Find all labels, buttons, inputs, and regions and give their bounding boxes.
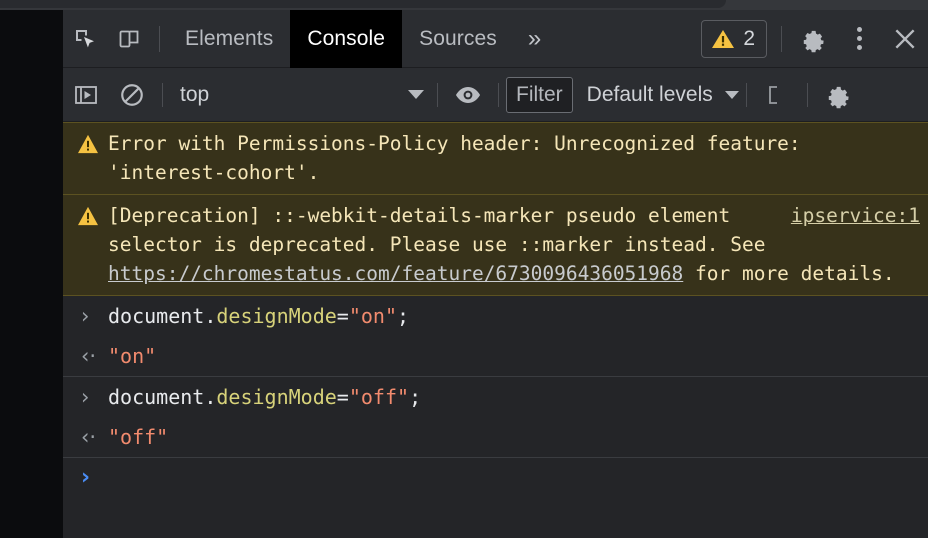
tabbar-divider <box>159 25 160 52</box>
page-viewport-gutter <box>0 10 63 538</box>
deprecation-text-part-2: for more details. <box>683 262 895 285</box>
input-token-semicolon-2: ; <box>409 385 422 409</box>
output-chevron-icon: ‹· <box>81 344 97 368</box>
execution-context-value: top <box>180 82 210 106</box>
deprecation-text-part-1: [Deprecation] ::-webkit-details-marker p… <box>108 204 766 256</box>
chevron-down-icon-levels <box>724 90 739 99</box>
tab-sources[interactable]: Sources <box>402 10 514 68</box>
console-prompt-row[interactable]: › <box>63 457 928 501</box>
input-token-property-2: designMode <box>216 385 337 409</box>
input-token-semicolon: ; <box>397 304 410 328</box>
message-source-link[interactable]: ipservice:1 <box>791 201 920 230</box>
execution-context-selector[interactable]: top <box>170 78 430 112</box>
console-sidebar-icon[interactable] <box>754 72 800 118</box>
output-value: "on" <box>108 344 157 368</box>
chevron-down-icon <box>408 90 424 99</box>
toolbar-divider-5 <box>806 82 808 107</box>
close-icon <box>895 28 915 49</box>
kebab-menu-icon <box>856 27 862 50</box>
warning-text: Error with Permissions-Policy header: Un… <box>108 132 801 184</box>
input-token-property: designMode <box>216 304 337 328</box>
console-input-row[interactable]: › document.designMode="on"; <box>63 296 928 336</box>
gear-icon <box>803 30 824 52</box>
console-input-row-2[interactable]: › document.designMode="off"; <box>63 376 928 417</box>
more-tabs-button[interactable]: » <box>514 10 555 68</box>
devtools-main-menu-button[interactable] <box>836 16 882 62</box>
warning-triangle-icon <box>78 134 98 154</box>
devtools-window: Elements Console Sources » 2 top Filter … <box>0 0 928 538</box>
toolbar-divider-3 <box>498 82 499 107</box>
eye-icon[interactable] <box>445 72 491 118</box>
input-token-2: document. <box>108 385 217 409</box>
device-toolbar-icon[interactable] <box>107 17 151 61</box>
input-token-string: "on" <box>348 304 398 328</box>
browser-window-edge <box>0 0 928 10</box>
input-chevron-icon-2: › <box>81 385 90 409</box>
console-deprecation-message[interactable]: ipservice:1 [Deprecation] ::-webkit-deta… <box>63 195 928 296</box>
issues-badge[interactable]: 2 <box>701 19 767 58</box>
console-output-row-2[interactable]: ‹· "off" <box>63 417 928 457</box>
browser-tab-strip-remnant <box>0 0 726 8</box>
warning-triangle-icon <box>78 206 98 226</box>
chromestatus-link[interactable]: https://chromestatus.com/feature/6730096… <box>108 262 683 285</box>
clear-console-icon[interactable] <box>109 72 155 118</box>
devtools-settings-button[interactable] <box>790 16 836 62</box>
filter-placeholder: Filter <box>516 82 563 106</box>
input-chevron-icon: › <box>81 304 90 328</box>
toolbar-divider-2 <box>437 82 438 107</box>
close-devtools-button[interactable] <box>882 16 928 62</box>
console-toolbar: top Filter Default levels <box>63 68 928 122</box>
output-chevron-icon-2: ‹· <box>81 425 97 449</box>
console-message-list[interactable]: Error with Permissions-Policy header: Un… <box>63 122 928 538</box>
log-level-value: Default levels <box>586 82 713 106</box>
console-output-row[interactable]: ‹· "on" <box>63 336 928 376</box>
console-warning-message[interactable]: Error with Permissions-Policy header: Un… <box>63 122 928 195</box>
toolbar-divider-1 <box>162 82 163 107</box>
log-level-selector[interactable]: Default levels <box>587 83 739 107</box>
inspect-element-icon[interactable] <box>63 17 107 61</box>
execute-step-icon[interactable] <box>63 72 109 118</box>
toolbar-divider-4 <box>745 82 747 107</box>
output-value-2: "off" <box>108 425 169 449</box>
input-token: document. <box>108 304 217 328</box>
warning-triangle-icon <box>712 29 735 48</box>
devtools-tabbar: Elements Console Sources » 2 <box>63 9 928 68</box>
devtools-panel: Elements Console Sources » 2 top Filter … <box>63 9 928 538</box>
tab-elements[interactable]: Elements <box>168 10 290 68</box>
issues-count: 2 <box>743 26 755 50</box>
prompt-chevron-icon: › <box>81 465 91 490</box>
input-token-string-2: "off" <box>348 385 410 409</box>
input-token-operator-2: = <box>336 385 349 409</box>
input-token-operator: = <box>336 304 349 328</box>
console-filter-input[interactable]: Filter <box>506 76 573 113</box>
console-settings-icon[interactable] <box>815 72 861 118</box>
tab-console[interactable]: Console <box>290 9 403 68</box>
tabbar-divider-right <box>781 25 782 52</box>
